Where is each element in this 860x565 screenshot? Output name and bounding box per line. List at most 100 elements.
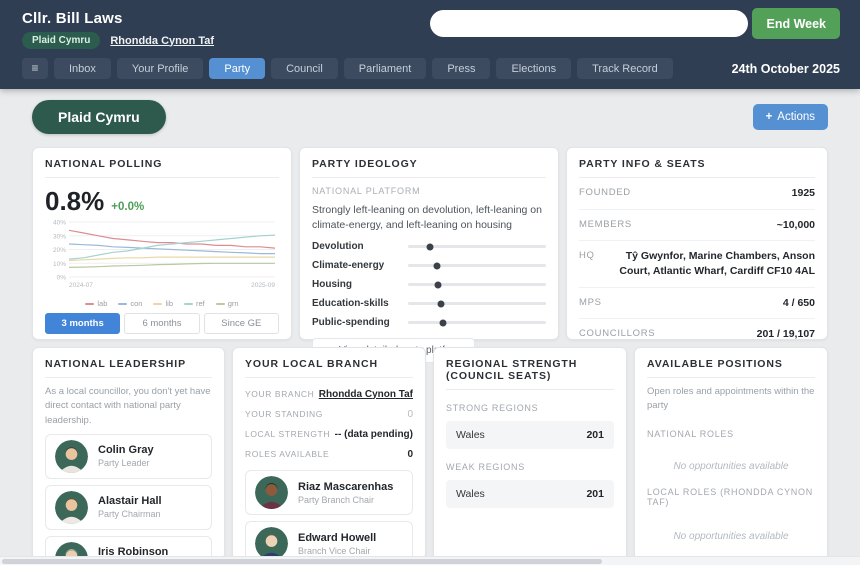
person-text: Edward HowellBranch Vice Chair [298, 532, 376, 556]
legend-label: con [130, 299, 142, 308]
plus-icon: + [766, 111, 773, 123]
region-seats: 201 [586, 429, 604, 441]
local-roles-empty: No opportunities available [647, 531, 815, 542]
strong-regions-label: STRONG REGIONS [446, 403, 614, 413]
person-card-riaz-mascarenhas[interactable]: Riaz Mascarenhas Party Branch Chair [245, 470, 413, 515]
nav-item-council[interactable]: Council [271, 58, 338, 79]
nav-item-inbox[interactable]: Inbox [54, 58, 111, 79]
weak-regions-label: WEAK REGIONS [446, 462, 614, 472]
svg-text:30%: 30% [53, 233, 66, 240]
search-input[interactable] [430, 10, 748, 37]
legend-swatch [153, 303, 162, 305]
branch-link[interactable]: Rhondda Cynon Taf [319, 389, 413, 400]
actions-button[interactable]: +Actions [753, 104, 828, 130]
person-name: Riaz Mascarenhas [298, 481, 393, 493]
constituency-link[interactable]: Rhondda Cynon Taf [110, 35, 214, 47]
polling-change: +0.0% [111, 201, 144, 213]
slider-track[interactable] [408, 264, 546, 267]
slider-track[interactable] [408, 245, 546, 248]
slider-track[interactable] [408, 321, 546, 324]
info-value: 1925 [792, 186, 815, 201]
nav-item-party[interactable]: Party [209, 58, 265, 79]
range-selector: 3 months6 monthsSince GE [45, 313, 279, 334]
person-text: Riaz Mascarenhas Party Branch Chair [298, 481, 393, 505]
svg-text:10%: 10% [53, 261, 66, 268]
main-nav: ≡ Inbox Your Profile Party Council Parliamen… [22, 58, 840, 79]
horizontal-scrollbar[interactable] [0, 556, 860, 565]
slider-handle[interactable] [433, 262, 440, 269]
info-row-members: MEMBERS ~10,000 [579, 210, 815, 242]
branch-stat-roles-available: ROLES AVAILABLE0 [245, 444, 413, 464]
ideology-slider-devolution: Devolution [312, 241, 546, 252]
info-value: ~10,000 [777, 218, 815, 233]
info-label: FOUNDED [579, 186, 631, 198]
leadership-note: As a local councillor, you don't yet hav… [45, 385, 212, 428]
info-row-founded: FOUNDED 1925 [579, 178, 815, 210]
nav-item-press[interactable]: Press [432, 58, 490, 79]
panel-title: NATIONAL POLLING [45, 158, 279, 178]
slider-track[interactable] [408, 302, 546, 305]
user-title: Cllr. Bill Laws [22, 10, 430, 27]
slider-label: Education-skills [312, 298, 408, 309]
region-name: Wales [456, 429, 485, 441]
local-branch-panel: YOUR LOCAL BRANCH YOUR BRANCHRhondda Cyn… [232, 347, 426, 560]
range-button-since-ge[interactable]: Since GE [204, 313, 279, 334]
info-row-mps: MPS4 / 650 [579, 288, 815, 320]
national-platform-label: NATIONAL PLATFORM [312, 186, 546, 196]
panel-title: REGIONAL STRENGTH (COUNCIL SEATS) [446, 358, 614, 390]
region-row-wales: Wales 201 [446, 421, 614, 449]
person-card-colin-gray[interactable]: Colin GrayParty Leader [45, 434, 212, 479]
local-roles-label: LOCAL ROLES (RHONDDA CYNON TAF) [647, 487, 815, 507]
region-row-wales: Wales 201 [446, 480, 614, 508]
nav-item-elections[interactable]: Elections [496, 58, 571, 79]
svg-text:2024-07: 2024-07 [69, 282, 93, 289]
branch-stat-your-standing: YOUR STANDING0 [245, 404, 413, 424]
hamburger-menu-icon[interactable]: ≡ [22, 58, 48, 79]
party-ideology-panel: PARTY IDEOLOGY NATIONAL PLATFORM Strongl… [299, 147, 559, 340]
available-positions-panel: AVAILABLE POSITIONS Open roles and appoi… [634, 347, 828, 560]
branch-stat-your-branch: YOUR BRANCHRhondda Cynon Taf [245, 384, 413, 404]
scrollbar-thumb[interactable] [2, 559, 602, 564]
info-label: MEMBERS [579, 218, 632, 230]
panel-title: AVAILABLE POSITIONS [647, 358, 815, 378]
stat-value: 0 [407, 409, 413, 420]
slider-handle[interactable] [435, 281, 442, 288]
slider-handle[interactable] [439, 319, 446, 326]
range-button-3-months[interactable]: 3 months [45, 313, 120, 334]
stat-value: 0 [407, 449, 413, 460]
nav-item-parliament[interactable]: Parliament [344, 58, 427, 79]
party-info-panel: PARTY INFO & SEATS FOUNDED 1925 MEMBERS ~10… [566, 147, 828, 340]
nav-item-your-profile[interactable]: Your Profile [117, 58, 203, 79]
user-block: Cllr. Bill Laws Plaid Cymru Rhondda Cyno… [22, 8, 430, 49]
legend-item-lab: lab [85, 299, 107, 308]
panel-title: PARTY INFO & SEATS [579, 158, 815, 178]
nav-item-track-record[interactable]: Track Record [577, 58, 673, 79]
slider-track[interactable] [408, 283, 546, 286]
ideology-slider-education-skills: Education-skills [312, 298, 546, 309]
info-label: HQ [579, 249, 595, 261]
positions-subtitle: Open roles and appointments within the p… [647, 385, 815, 414]
info-value: 201 / 19,107 [757, 327, 815, 342]
slider-label: Public-spending [312, 317, 408, 328]
range-button-6-months[interactable]: 6 months [124, 313, 199, 334]
stat-value: -- (data pending) [335, 429, 413, 440]
party-name-pill[interactable]: Plaid Cymru [32, 100, 166, 134]
region-name: Wales [456, 488, 485, 500]
region-seats: 201 [586, 488, 604, 500]
national-roles-label: NATIONAL ROLES [647, 429, 815, 439]
slider-handle[interactable] [427, 243, 434, 250]
svg-text:2025-09: 2025-09 [251, 282, 275, 289]
info-label: COUNCILLORS [579, 327, 655, 339]
panel-title: YOUR LOCAL BRANCH [245, 358, 413, 378]
ideology-slider-housing: Housing [312, 279, 546, 290]
info-value: 4 / 650 [783, 296, 815, 311]
end-week-button[interactable]: End Week [752, 8, 840, 39]
avatar [55, 440, 88, 473]
slider-label: Devolution [312, 241, 408, 252]
person-role: Party Leader [98, 458, 154, 468]
ideology-slider-public-spending: Public-spending [312, 317, 546, 328]
avatar [255, 476, 288, 509]
person-card-alastair-hall[interactable]: Alastair HallParty Chairman [45, 485, 212, 530]
slider-handle[interactable] [438, 300, 445, 307]
person-role: Party Branch Chair [298, 495, 393, 505]
